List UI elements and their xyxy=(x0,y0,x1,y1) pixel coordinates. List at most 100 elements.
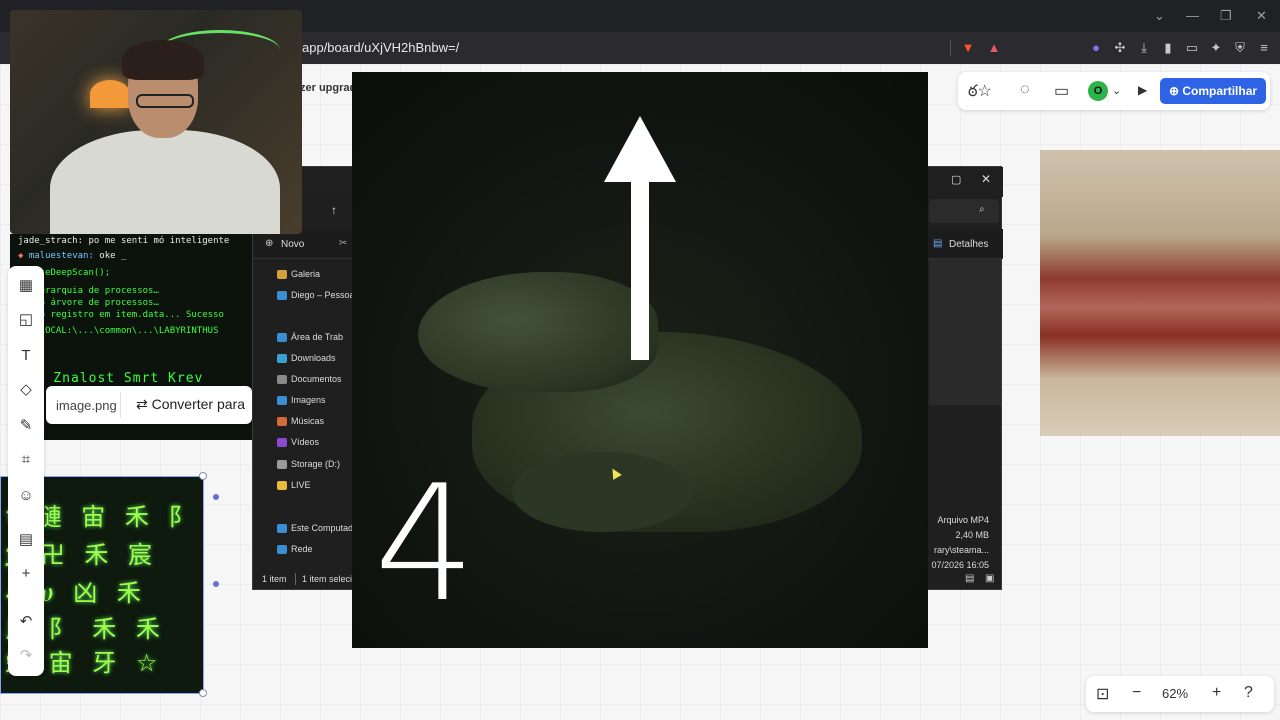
connector-dot[interactable] xyxy=(213,494,219,500)
navigation-pane: Galeria Diego – Pessoal Área de Trab✦ Downl… xyxy=(253,259,370,559)
nav-item-label: Área de Trab xyxy=(291,332,344,342)
nav-item[interactable]: Este Computad xyxy=(277,523,353,534)
fit-screen-icon[interactable]: ⊡ xyxy=(1096,684,1109,704)
connector-dot[interactable] xyxy=(213,581,219,587)
resize-handle[interactable] xyxy=(199,689,207,697)
brave-rewards-icon[interactable]: ▲ xyxy=(986,40,1002,56)
upgrade-link[interactable]: zer upgrad xyxy=(300,82,356,94)
shapes-icon[interactable]: ◇ xyxy=(14,378,38,402)
menu-icon[interactable]: ≡ xyxy=(1256,40,1272,56)
zoom-controls: ⊡ − 62% + ? xyxy=(1086,676,1274,712)
text-tool-icon[interactable]: T xyxy=(14,344,38,368)
nav-item[interactable]: Storage (D:)✦ xyxy=(277,459,370,470)
folder-icon xyxy=(277,291,287,301)
status-selected: 1 item seleci xyxy=(302,574,353,584)
file-date: 07/2026 16:05 xyxy=(931,560,989,570)
table-icon[interactable]: ▤ xyxy=(14,528,38,552)
leo-ai-icon[interactable]: ✦ xyxy=(1208,40,1224,56)
cut-icon[interactable]: ✂ xyxy=(339,238,347,249)
terminal-line: zando registro em item.data... Sucesso xyxy=(18,310,224,320)
preview-pane xyxy=(929,259,1001,405)
badge-icon: ◆ xyxy=(18,251,24,261)
zoom-level[interactable]: 62% xyxy=(1162,686,1188,701)
brave-shield-icon[interactable]: ▼ xyxy=(960,40,976,56)
reactions-icon[interactable]: ఠ☆ xyxy=(968,81,992,104)
zoom-in-icon[interactable]: + xyxy=(1212,684,1221,702)
video-call-icon[interactable]: ▭ xyxy=(1054,81,1069,101)
zoom-out-icon[interactable]: − xyxy=(1132,684,1141,702)
present-play-icon[interactable]: ▶ xyxy=(1138,83,1147,97)
maximize-icon[interactable]: ▢ xyxy=(951,173,961,186)
nav-item-label: Imagens xyxy=(291,395,326,405)
avatar[interactable]: O xyxy=(1088,81,1108,101)
redo-icon[interactable]: ↷ xyxy=(14,644,38,668)
video-number: 4 xyxy=(374,450,476,637)
status-item-count: 1 item xyxy=(262,574,287,584)
video-frame[interactable]: 4 xyxy=(352,72,928,648)
frog-head xyxy=(418,272,658,392)
frame-icon[interactable]: ⌗ xyxy=(14,448,38,472)
add-icon[interactable]: + xyxy=(14,562,38,586)
nav-item[interactable]: Rede xyxy=(277,544,313,555)
minimize-icon[interactable]: — xyxy=(1186,8,1199,23)
vpn-icon[interactable]: ⛨ xyxy=(1232,40,1248,56)
nav-item[interactable]: Documentos✦ xyxy=(277,374,370,385)
resize-handle[interactable] xyxy=(199,472,207,480)
file-path: rary\steama... xyxy=(933,545,989,555)
wallet-icon[interactable]: ▭ xyxy=(1184,40,1200,56)
close-window-icon[interactable]: ✕ xyxy=(1256,8,1267,24)
nav-item[interactable]: Área de Trab✦ xyxy=(277,332,370,343)
up-arrow-icon[interactable]: ↑ xyxy=(331,203,337,217)
folder-icon xyxy=(277,396,287,406)
file-type: Arquivo MP4 xyxy=(937,515,989,525)
convert-button[interactable]: ⇄ Converter para xyxy=(136,396,245,413)
folder-icon xyxy=(277,460,287,470)
folder-icon xyxy=(277,333,287,343)
chat-message: ◆ maluestevan: oke _ xyxy=(18,251,127,261)
new-button[interactable]: Novo xyxy=(281,239,304,250)
file-size: 2,40 MB xyxy=(955,530,989,540)
folder-icon xyxy=(277,417,287,427)
lamp xyxy=(90,80,130,108)
nav-item[interactable]: Imagens✦ xyxy=(277,395,370,406)
details-view-icon[interactable]: ▤ xyxy=(965,573,974,584)
webcam-overlay xyxy=(10,10,302,234)
folder-icon xyxy=(277,438,287,448)
nav-item[interactable]: Músicas✦ xyxy=(277,416,370,427)
chevron-down-icon[interactable]: ⌄ xyxy=(1112,84,1121,97)
template-icon[interactable]: ▦ xyxy=(14,274,38,298)
sticky-note-icon[interactable]: ◱ xyxy=(14,308,38,332)
sticker-icon[interactable]: ☺ xyxy=(14,484,38,508)
up-arrow-shaft xyxy=(631,176,649,360)
nav-item-label: Documentos xyxy=(291,374,342,384)
pen-icon[interactable]: ✎ xyxy=(14,414,38,438)
globe-icon: ⊕ xyxy=(1168,84,1180,98)
address-bar[interactable]: app/board/uXjVH2hBnbw=/ xyxy=(302,40,459,55)
close-icon[interactable]: ✕ xyxy=(981,172,991,186)
glasses xyxy=(136,94,194,108)
details-button[interactable]: Detalhes xyxy=(949,239,988,250)
folder-icon xyxy=(277,375,287,385)
help-icon[interactable]: ? xyxy=(1244,684,1253,702)
nav-item[interactable]: LIVE xyxy=(277,480,311,491)
restore-icon[interactable]: ❐ xyxy=(1220,8,1232,24)
extension-drop-icon[interactable]: ● xyxy=(1088,40,1104,56)
nav-item[interactable]: Diego – Pessoal xyxy=(277,290,357,301)
search-box[interactable]: ⌕ xyxy=(929,199,999,223)
nav-item[interactable]: Downloads✦ xyxy=(277,353,370,364)
chat-icon[interactable]: ◌ xyxy=(1020,81,1030,99)
chevron-down-icon[interactable]: ⌄ xyxy=(1154,8,1165,24)
nav-item[interactable]: Vídeos✦ xyxy=(277,437,370,448)
nav-item[interactable]: Galeria xyxy=(277,269,320,280)
folder-icon xyxy=(277,354,287,364)
tiles-view-icon[interactable]: ▣ xyxy=(985,573,994,584)
extensions-puzzle-icon[interactable]: ✣ xyxy=(1112,40,1128,56)
download-icon[interactable]: ⤓ xyxy=(1136,40,1152,56)
nav-item-label: Storage (D:) xyxy=(291,459,341,469)
sidebar-icon[interactable]: ▮ xyxy=(1160,40,1176,56)
share-button[interactable]: ⊕ Compartilhar xyxy=(1160,78,1266,104)
up-arrow-head xyxy=(604,116,676,182)
board-image-pixelated[interactable] xyxy=(1040,150,1280,436)
left-toolbar: ▦ ◱ T ◇ ✎ ⌗ ☺ ▤ + ↶ ↷ xyxy=(8,266,44,676)
undo-icon[interactable]: ↶ xyxy=(14,610,38,634)
